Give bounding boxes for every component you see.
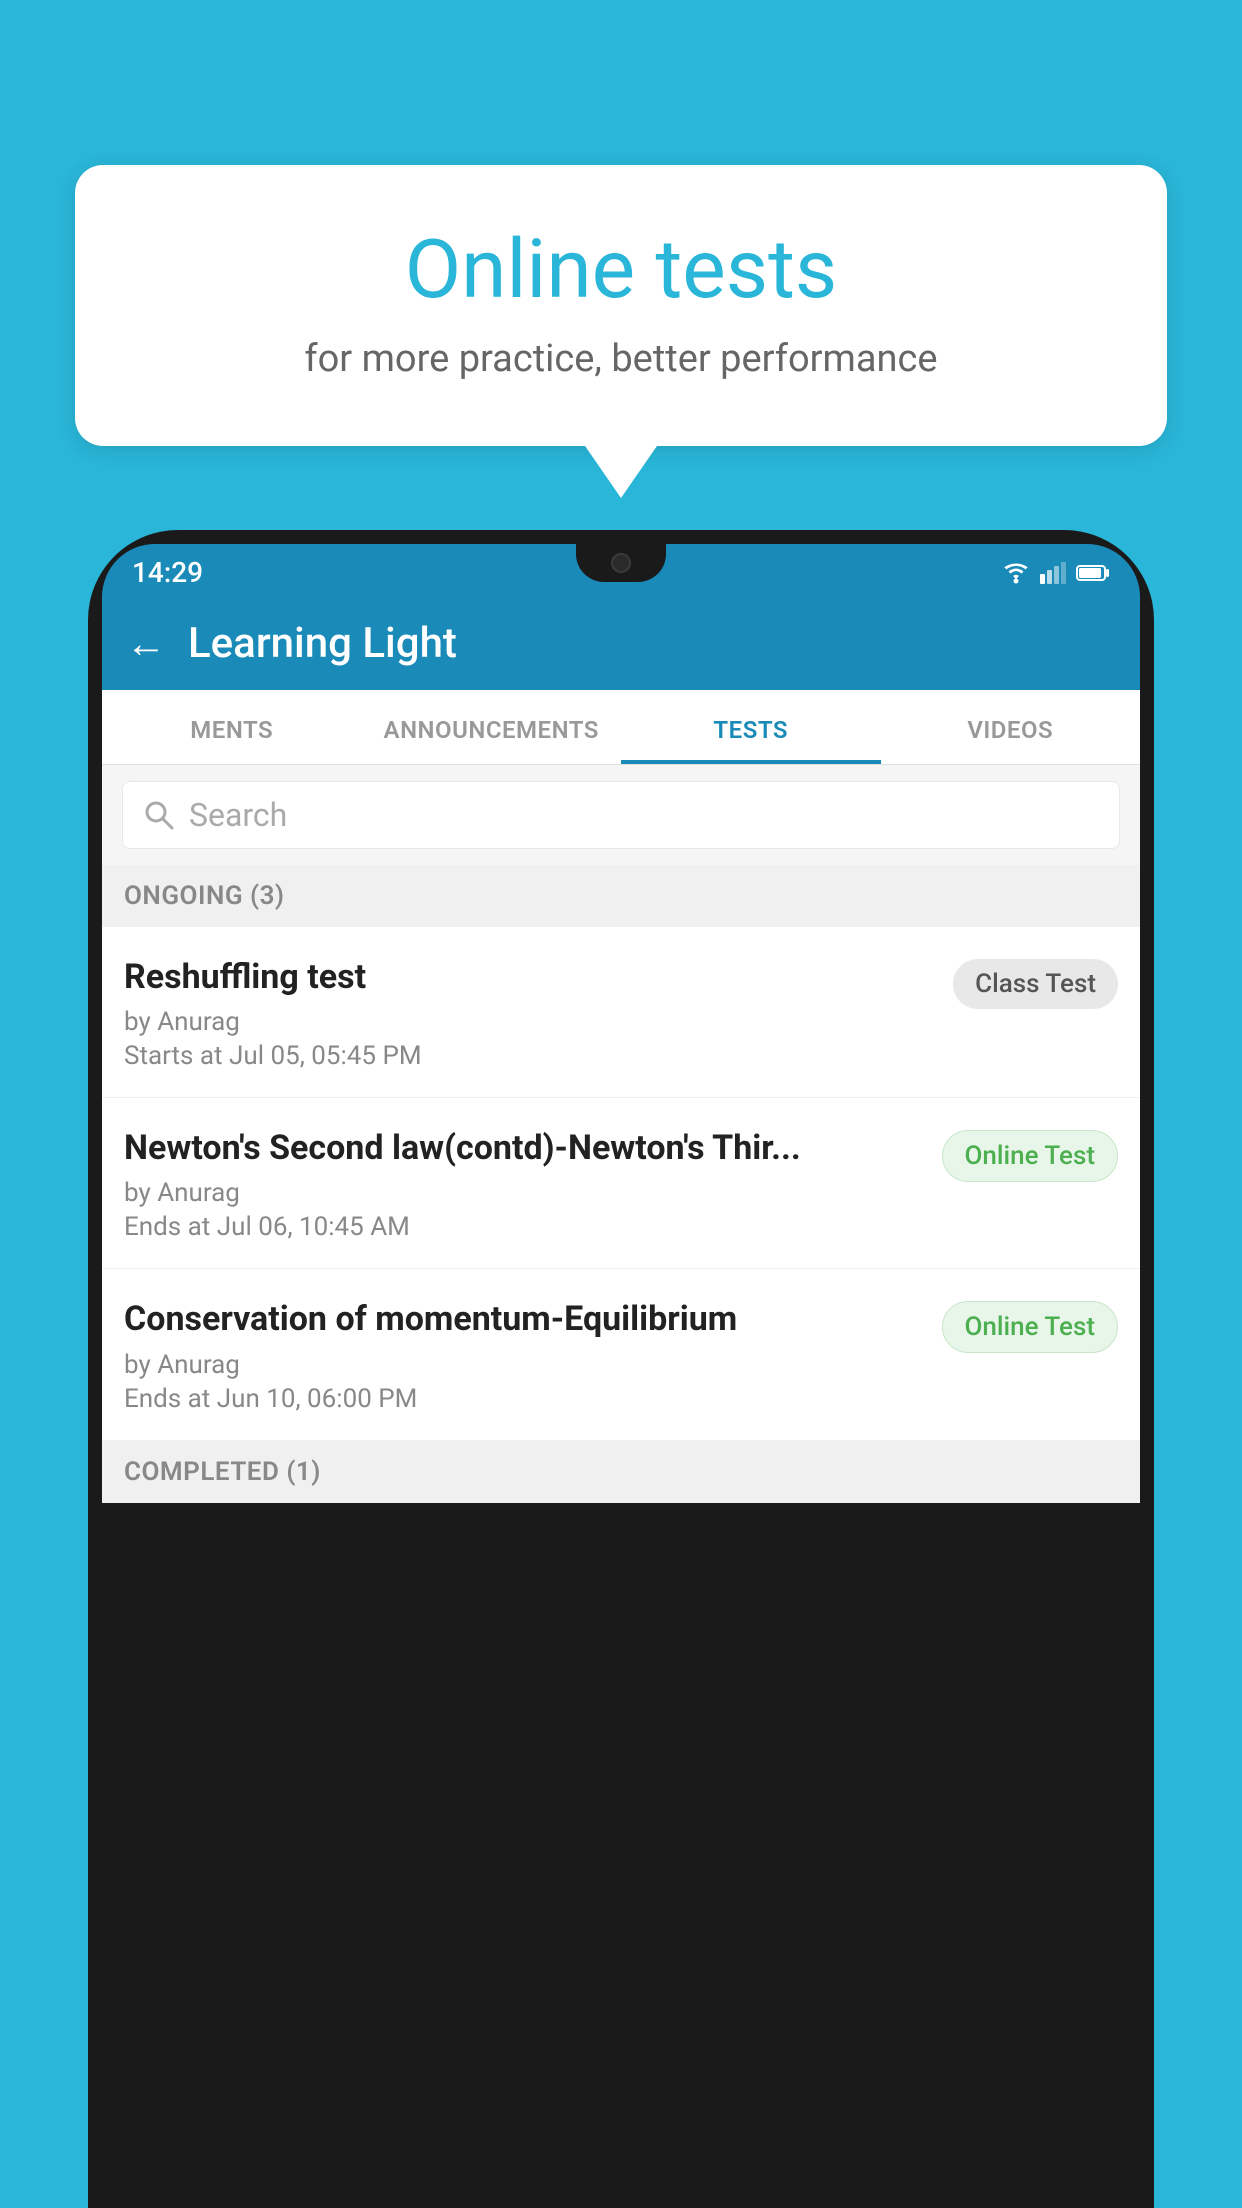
test-name: Reshuffling test [124,955,937,999]
completed-section-header: COMPLETED (1) [102,1441,1140,1503]
phone-notch [576,544,666,582]
wifi-icon [1002,562,1030,584]
test-name: Conservation of momentum-Equilibrium [124,1297,926,1341]
test-time: Ends at Jun 10, 06:00 PM [124,1384,926,1414]
test-badge: Online Test [942,1130,1119,1182]
test-info: Conservation of momentum-Equilibrium by … [124,1297,926,1413]
test-info: Reshuffling test by Anurag Starts at Jul… [124,955,937,1071]
tab-ments[interactable]: MENTS [102,690,362,764]
tests-list: Reshuffling test by Anurag Starts at Jul… [102,927,1140,1441]
phone-device: 14:29 [88,530,1154,2208]
phone-screen: ← Learning Light MENTS ANNOUNCEMENTS TES… [102,597,1140,1503]
search-container: Search [102,765,1140,865]
camera-dot [611,553,631,573]
speech-bubble: Online tests for more practice, better p… [75,165,1167,446]
back-button[interactable]: ← [126,624,166,664]
signal-icon [1040,562,1066,584]
test-item[interactable]: Reshuffling test by Anurag Starts at Jul… [102,927,1140,1098]
tabs-bar: MENTS ANNOUNCEMENTS TESTS VIDEOS [102,690,1140,765]
status-time: 14:29 [132,556,203,589]
test-badge: Online Test [942,1301,1119,1353]
test-by: by Anurag [124,1007,937,1037]
page-background: Online tests for more practice, better p… [0,0,1242,2208]
search-bar[interactable]: Search [122,781,1120,849]
test-item[interactable]: Newton's Second law(contd)-Newton's Thir… [102,1098,1140,1269]
completed-section-title: COMPLETED (1) [124,1457,321,1487]
test-by: by Anurag [124,1350,926,1380]
test-name: Newton's Second law(contd)-Newton's Thir… [124,1126,926,1170]
ongoing-section-title: ONGOING (3) [124,881,285,911]
app-header: ← Learning Light [102,597,1140,690]
test-info: Newton's Second law(contd)-Newton's Thir… [124,1126,926,1242]
app-title: Learning Light [188,619,457,668]
ongoing-section-header: ONGOING (3) [102,865,1140,927]
status-icons [1002,562,1110,584]
test-time: Starts at Jul 05, 05:45 PM [124,1041,937,1071]
test-time: Ends at Jul 06, 10:45 AM [124,1212,926,1242]
status-bar: 14:29 [102,544,1140,597]
bubble-title: Online tests [145,225,1097,315]
test-item[interactable]: Conservation of momentum-Equilibrium by … [102,1269,1140,1440]
tab-announcements[interactable]: ANNOUNCEMENTS [362,690,622,764]
battery-icon [1076,564,1110,582]
tab-videos[interactable]: VIDEOS [881,690,1141,764]
search-icon [143,799,175,831]
test-by: by Anurag [124,1178,926,1208]
test-badge: Class Test [953,959,1118,1009]
search-placeholder: Search [189,796,287,834]
bubble-subtitle: for more practice, better performance [145,337,1097,381]
tab-tests[interactable]: TESTS [621,690,881,764]
